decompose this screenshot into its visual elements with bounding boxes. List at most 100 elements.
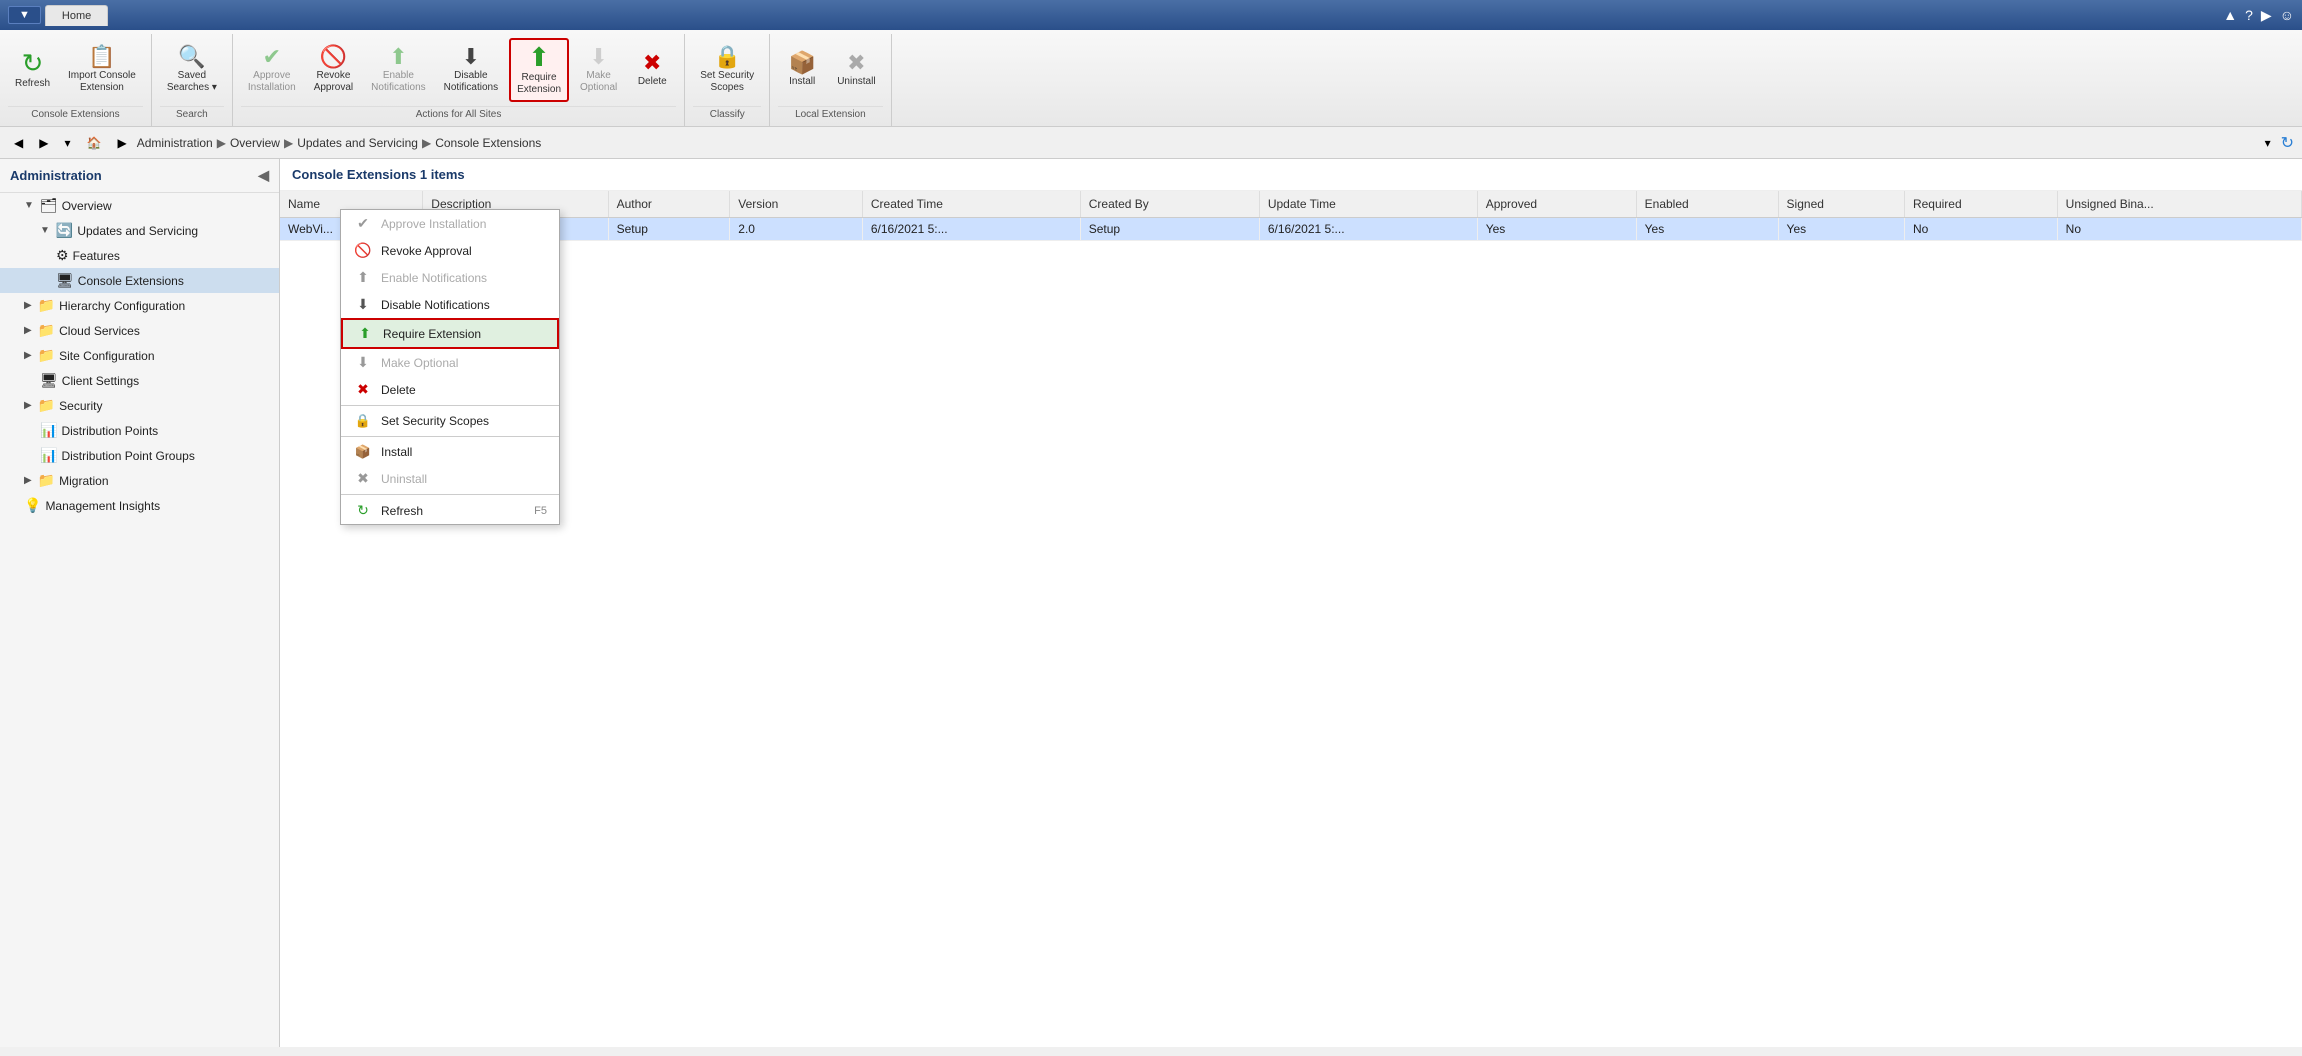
ctx-approve-installation[interactable]: ✔ Approve Installation — [341, 210, 559, 237]
col-author[interactable]: Author — [608, 191, 730, 218]
back-button[interactable]: ◀ — [8, 132, 29, 154]
make-optional-button[interactable]: ⬇ MakeOptional — [573, 41, 624, 99]
ctx-require-ext-icon: ⬆ — [355, 325, 375, 342]
enable-notifications-button[interactable]: ⬆ EnableNotifications — [364, 41, 432, 99]
sidebar-collapse-button[interactable]: ◀ — [258, 167, 269, 184]
refresh-nav-icon[interactable]: ↻ — [2281, 133, 2294, 153]
require-extension-button[interactable]: ⬆ RequireExtension — [509, 38, 569, 102]
saved-searches-button[interactable]: 🔍 SavedSearches ▾ — [160, 41, 224, 99]
breadcrumb-overview[interactable]: Overview — [230, 136, 280, 150]
col-update-time[interactable]: Update Time — [1259, 191, 1477, 218]
ctx-refresh[interactable]: ↻ Refresh F5 — [341, 497, 559, 524]
col-enabled[interactable]: Enabled — [1636, 191, 1778, 218]
sidebar-item-features[interactable]: ⚙ Features — [0, 243, 279, 268]
home-tab[interactable]: Home — [45, 5, 108, 26]
sidebar-item-overview[interactable]: ▼ 🗂 Overview — [0, 193, 279, 218]
ctx-install[interactable]: 📦 Install — [341, 439, 559, 465]
disable-notifications-button[interactable]: ⬇ DisableNotifications — [437, 41, 505, 99]
saved-searches-label: SavedSearches ▾ — [167, 70, 217, 94]
dist-points-label: Distribution Points — [61, 424, 158, 438]
migration-label: Migration — [59, 474, 108, 488]
sidebar-item-hierarchy-config[interactable]: ▶ 📁 Hierarchy Configuration — [0, 293, 279, 318]
require-ext-label: RequireExtension — [517, 72, 561, 96]
updates-icon: 🔄 — [56, 222, 73, 239]
delete-button[interactable]: ✖ Delete — [628, 47, 676, 93]
actions-group-label: Actions for All Sites — [241, 106, 676, 122]
sidebar-item-client-settings[interactable]: 🖥 Client Settings — [0, 368, 279, 393]
nav-sep: ▶ — [111, 132, 132, 154]
sidebar-item-updates-servicing[interactable]: ▼ 🔄 Updates and Servicing — [0, 218, 279, 243]
features-label: Features — [73, 249, 120, 263]
ctx-require-extension[interactable]: ⬆ Require Extension — [341, 318, 559, 349]
uninstall-label: Uninstall — [837, 76, 875, 88]
forward-button[interactable]: ▶ — [33, 132, 54, 154]
nav-dropdown-button[interactable]: ▾ — [58, 132, 76, 154]
approve-installation-button[interactable]: ✔ ApproveInstallation — [241, 41, 303, 99]
console-ext-icon: 🖥 — [56, 272, 74, 289]
console-ext-label: Console Extensions — [78, 274, 184, 288]
install-button[interactable]: 📦 Install — [778, 47, 826, 93]
breadcrumb-administration[interactable]: Administration — [137, 136, 213, 150]
import-console-extension-button[interactable]: 📋 Import ConsoleExtension — [61, 41, 143, 99]
sidebar-item-cloud-services[interactable]: ▶ 📁 Cloud Services — [0, 318, 279, 343]
cell-enabled: Yes — [1636, 218, 1778, 241]
notification-icon[interactable]: ▶ — [2261, 7, 2272, 24]
delete-label: Delete — [638, 76, 667, 88]
col-approved[interactable]: Approved — [1477, 191, 1636, 218]
ctx-approve-icon: ✔ — [353, 215, 373, 232]
ctx-uninstall[interactable]: ✖ Uninstall — [341, 465, 559, 492]
site-config-label: Site Configuration — [59, 349, 154, 363]
overview-label: Overview — [62, 199, 112, 213]
saved-searches-icon: 🔍 — [178, 46, 205, 68]
sidebar-item-site-configuration[interactable]: ▶ 📁 Site Configuration — [0, 343, 279, 368]
col-signed[interactable]: Signed — [1778, 191, 1904, 218]
cell-version: 2.0 — [730, 218, 863, 241]
ctx-disable-notifications[interactable]: ⬇ Disable Notifications — [341, 291, 559, 318]
ribbon-group-items: ↻ Refresh 📋 Import ConsoleExtension — [8, 38, 143, 102]
table-header-row: Name Description Author Version Created … — [280, 191, 2302, 218]
col-version[interactable]: Version — [730, 191, 863, 218]
revoke-approval-button[interactable]: 🚫 RevokeApproval — [307, 41, 360, 99]
help-icon[interactable]: ? — [2245, 7, 2253, 24]
user-icon[interactable]: ☺ — [2280, 7, 2294, 24]
cloud-icon: 📁 — [38, 322, 55, 339]
ribbon: ↻ Refresh 📋 Import ConsoleExtension Cons… — [0, 30, 2302, 127]
security-scopes-label: Set SecurityScopes — [700, 70, 754, 94]
col-created-time[interactable]: Created Time — [862, 191, 1080, 218]
col-created-by[interactable]: Created By — [1080, 191, 1259, 218]
sidebar-item-distribution-points[interactable]: 📊 Distribution Points — [0, 418, 279, 443]
main-layout: Administration ◀ ▼ 🗂 Overview ▼ 🔄 Update… — [0, 159, 2302, 1047]
home-button[interactable]: 🏠 — [81, 132, 108, 154]
breadcrumb: Administration ▶ Overview ▶ Updates and … — [137, 136, 2255, 150]
title-bar-controls: ▲ ? ▶ ☺ — [2223, 7, 2294, 24]
set-security-scopes-button[interactable]: 🔒 Set SecurityScopes — [693, 41, 761, 99]
table-row[interactable]: WebVi... Extension... Setup 2.0 6/16/202… — [280, 218, 2302, 241]
breadcrumb-updates[interactable]: Updates and Servicing — [297, 136, 418, 150]
uninstall-button[interactable]: ✖ Uninstall — [830, 47, 882, 93]
dist-groups-icon: 📊 — [40, 447, 57, 464]
cell-signed: Yes — [1778, 218, 1904, 241]
breadcrumb-console-extensions[interactable]: Console Extensions — [435, 136, 541, 150]
breadcrumb-dropdown[interactable]: ▾ — [2259, 132, 2277, 154]
ctx-make-optional[interactable]: ⬇ Make Optional — [341, 349, 559, 376]
col-unsigned-binary[interactable]: Unsigned Bina... — [2057, 191, 2301, 218]
ribbon-group-local-extension: 📦 Install ✖ Uninstall Local Extension — [770, 34, 891, 126]
ctx-delete[interactable]: ✖ Delete — [341, 376, 559, 403]
app-menu-button[interactable]: ▼ — [8, 6, 41, 24]
migration-icon: 📁 — [38, 472, 55, 489]
data-table: Name Description Author Version Created … — [280, 191, 2302, 241]
sidebar-item-console-extensions[interactable]: 🖥 Console Extensions — [0, 268, 279, 293]
ctx-set-security-scopes[interactable]: 🔒 Set Security Scopes — [341, 408, 559, 434]
sidebar-item-distribution-point-groups[interactable]: 📊 Distribution Point Groups — [0, 443, 279, 468]
import-label: Import ConsoleExtension — [68, 70, 136, 94]
ctx-revoke-approval[interactable]: 🚫 Revoke Approval — [341, 237, 559, 264]
sidebar-item-migration[interactable]: ▶ 📁 Migration — [0, 468, 279, 493]
ctx-enable-notifications[interactable]: ⬆ Enable Notifications — [341, 264, 559, 291]
minimize-icon[interactable]: ▲ — [2223, 7, 2237, 24]
col-required[interactable]: Required — [1904, 191, 2057, 218]
sidebar-item-security[interactable]: ▶ 📁 Security — [0, 393, 279, 418]
refresh-button[interactable]: ↻ Refresh — [8, 45, 57, 95]
overview-arrow: ▼ — [24, 200, 34, 211]
dist-groups-label: Distribution Point Groups — [61, 449, 194, 463]
sidebar-item-management-insights[interactable]: 💡 Management Insights — [0, 493, 279, 518]
